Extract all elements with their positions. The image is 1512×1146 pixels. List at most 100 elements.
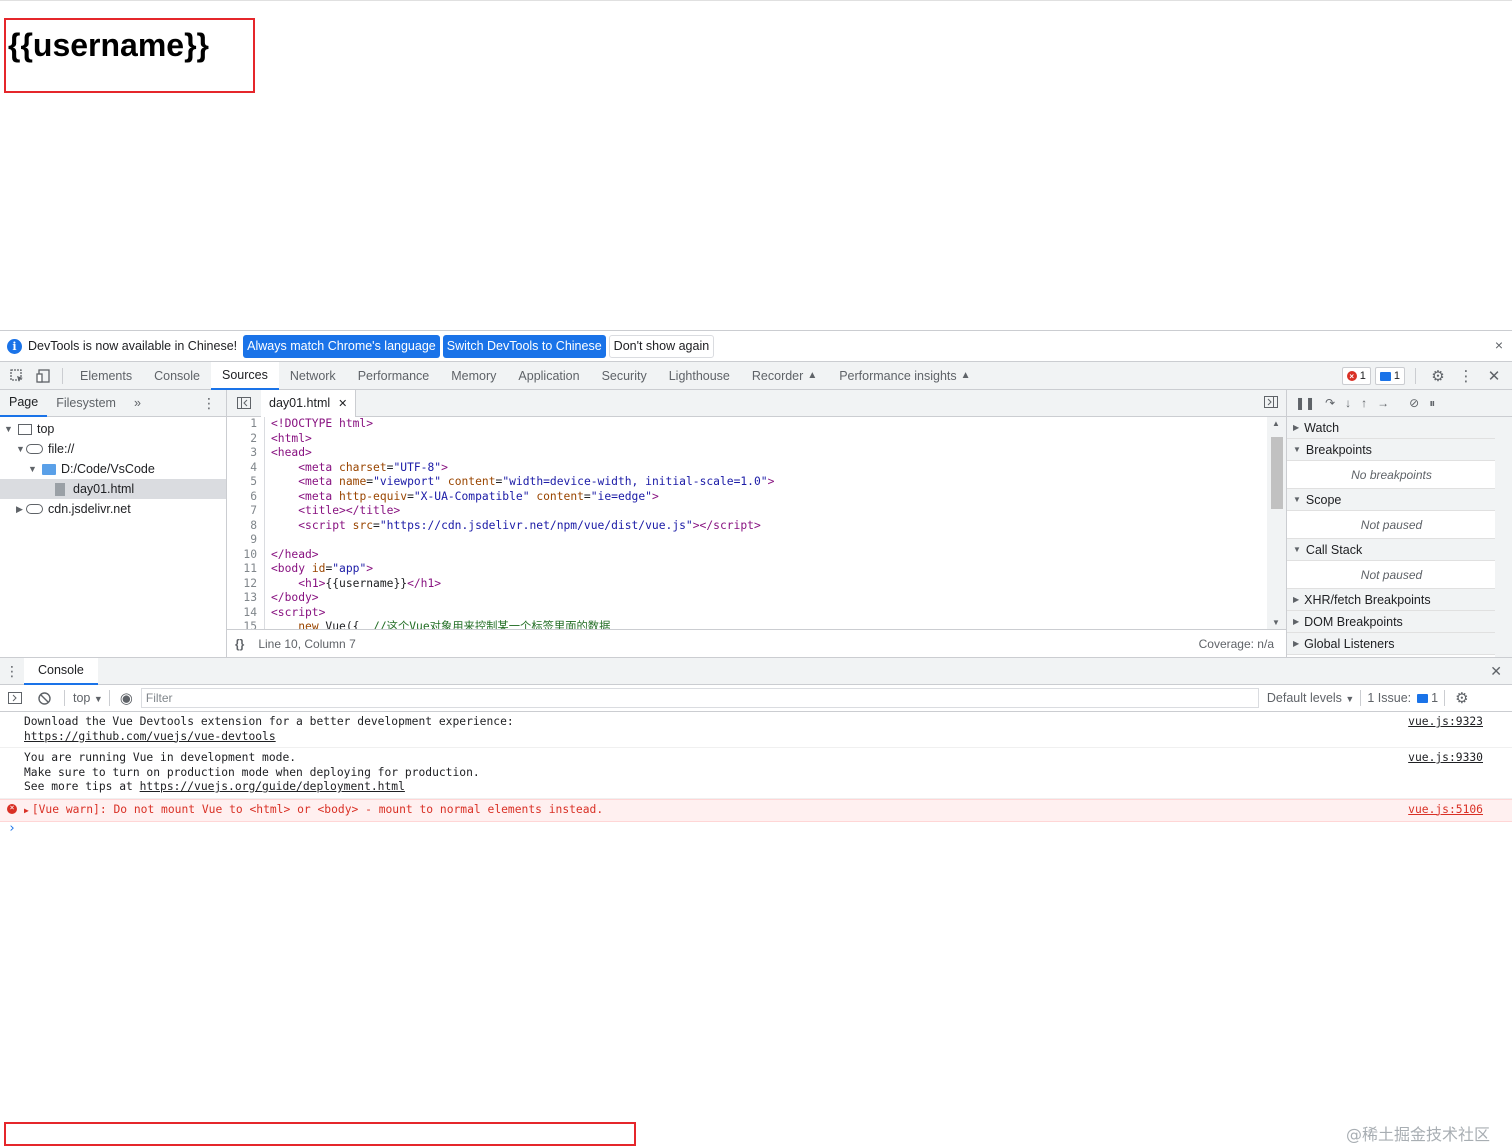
tab-console-drawer[interactable]: Console <box>24 657 98 685</box>
tab-elements[interactable]: Elements <box>69 362 143 390</box>
tab-sources[interactable]: Sources <box>210 361 279 390</box>
code-line[interactable]: 7 <title></title> <box>227 504 1267 519</box>
source-link[interactable]: vue.js:9323 <box>1408 715 1483 730</box>
expand-arrow-icon[interactable]: ▶ <box>24 806 29 815</box>
line-number[interactable]: 8 <box>227 518 265 533</box>
sidebar-toggle-icon[interactable] <box>0 692 30 704</box>
section-header[interactable]: ▼ Call Stack <box>1287 539 1496 561</box>
scroll-up-icon[interactable]: ▲ <box>1272 419 1280 428</box>
clear-console-icon[interactable] <box>30 691 58 705</box>
step-out-icon[interactable]: ↑ <box>1361 396 1367 410</box>
code-line[interactable]: 9 <box>227 533 1267 548</box>
more-vert-icon[interactable]: ⋮ <box>0 663 24 680</box>
tab-application[interactable]: Application <box>507 362 590 390</box>
code-lines[interactable]: 1 <!DOCTYPE html> 2 <html> 3 <head> 4 <meta ch… <box>227 417 1267 629</box>
tab-lighthouse[interactable]: Lighthouse <box>658 362 741 390</box>
more-vert-icon[interactable]: ⋮ <box>1454 364 1478 388</box>
switch-chinese-button[interactable]: Switch DevTools to Chinese <box>442 334 606 358</box>
log-levels-select[interactable]: Default levels ▼ <box>1267 691 1354 705</box>
gear-icon[interactable]: ⚙ <box>1426 364 1450 388</box>
line-number[interactable]: 2 <box>227 431 265 446</box>
inspect-element-icon[interactable] <box>4 362 30 390</box>
filter-input[interactable]: Filter <box>140 688 1259 708</box>
console-prompt[interactable]: › <box>0 822 1512 836</box>
tab-network[interactable]: Network <box>279 362 347 390</box>
code-line[interactable]: 6 <meta http-equiv="X-UA-Compatible" con… <box>227 489 1267 504</box>
tab-performance-insights[interactable]: Performance insights ▲ <box>828 362 981 390</box>
code-line[interactable]: 8 <script src="https://cdn.jsdelivr.net/… <box>227 518 1267 533</box>
console-settings-gear-icon[interactable]: ⚙ <box>1455 689 1468 707</box>
toggle-debugger-icon[interactable] <box>1264 395 1278 411</box>
tab-recorder[interactable]: Recorder ▲ <box>741 362 828 390</box>
debugger-scrollbar[interactable] <box>1495 417 1512 657</box>
step-into-icon[interactable]: ↓ <box>1345 396 1351 410</box>
step-icon[interactable]: → <box>1377 396 1389 410</box>
step-over-icon[interactable]: ↷ <box>1325 396 1335 410</box>
context-select[interactable]: top ▼ <box>73 691 103 705</box>
tree-item-file-origin[interactable]: ▼ file:// <box>0 439 226 459</box>
issues-button[interactable]: 1 Issue: 1 <box>1367 691 1438 705</box>
scrollbar-thumb[interactable] <box>1271 437 1283 509</box>
tab-filesystem[interactable]: Filesystem <box>47 390 125 417</box>
tree-item-folder[interactable]: ▼ D:/Code/VsCode <box>0 459 226 479</box>
line-number[interactable]: 3 <box>227 446 265 461</box>
more-tabs-icon[interactable]: » <box>125 390 150 417</box>
line-number[interactable]: 13 <box>227 591 265 606</box>
device-toolbar-icon[interactable] <box>30 362 56 390</box>
code-line[interactable]: 3 <head> <box>227 446 1267 461</box>
tab-security[interactable]: Security <box>591 362 658 390</box>
file-tab-day01[interactable]: day01.html ✕ <box>261 389 357 417</box>
close-tab-icon[interactable]: ✕ <box>338 397 347 410</box>
live-expression-eye-icon[interactable]: ◉ <box>120 689 133 707</box>
tab-page[interactable]: Page <box>0 390 48 417</box>
tree-item-cdn[interactable]: ▶ cdn.jsdelivr.net <box>0 499 226 519</box>
close-icon[interactable]: × <box>1495 337 1503 353</box>
more-vert-icon[interactable]: ⋮ <box>202 395 216 412</box>
section-header[interactable]: ▼ Breakpoints <box>1287 439 1496 461</box>
editor-scrollbar[interactable]: ▲ ▼ <box>1267 417 1286 629</box>
devtools-link[interactable]: https://github.com/vuejs/vue-devtools <box>24 730 276 743</box>
line-number[interactable]: 14 <box>227 605 265 620</box>
tab-console[interactable]: Console <box>143 362 211 390</box>
code-line[interactable]: 12 <h1>{{username}}</h1> <box>227 576 1267 591</box>
deployment-link[interactable]: https://vuejs.org/guide/deployment.html <box>140 780 405 793</box>
code-line[interactable]: 13 </body> <box>227 591 1267 606</box>
line-number[interactable]: 5 <box>227 475 265 490</box>
tab-memory[interactable]: Memory <box>440 362 507 390</box>
error-count-badge[interactable]: × 1 <box>1341 367 1371 385</box>
source-link[interactable]: vue.js:5106 <box>1408 803 1483 818</box>
code-line[interactable]: 4 <meta charset="UTF-8"> <box>227 460 1267 475</box>
code-line[interactable]: 11 <body id="app"> <box>227 562 1267 577</box>
section-header[interactable]: ▶ Global Listeners <box>1287 633 1496 655</box>
line-number[interactable]: 4 <box>227 460 265 475</box>
pause-on-exceptions-icon[interactable]: ⏸ <box>1429 396 1435 411</box>
line-number[interactable]: 6 <box>227 489 265 504</box>
message-count-badge[interactable]: 1 <box>1374 367 1405 385</box>
source-link[interactable]: vue.js:9330 <box>1408 751 1483 766</box>
code-line[interactable]: 1 <!DOCTYPE html> <box>227 417 1267 432</box>
section-header[interactable]: ▶ DOM Breakpoints <box>1287 611 1496 633</box>
code-line[interactable]: 5 <meta name="viewport" content="width=d… <box>227 475 1267 490</box>
close-devtools-icon[interactable]: ✕ <box>1482 364 1506 388</box>
line-number[interactable]: 15 <box>227 620 265 629</box>
dont-show-again-button[interactable]: Don't show again <box>608 334 715 358</box>
line-number[interactable]: 7 <box>227 504 265 519</box>
console-error-message[interactable]: × ▶ [Vue warn]: Do not mount Vue to <html… <box>0 798 1512 822</box>
tab-performance[interactable]: Performance <box>347 362 441 390</box>
code-line[interactable]: 15 new Vue({ //这个Vue对象用来控制某一个标签里面的数据 <box>227 620 1267 629</box>
tree-item-top[interactable]: ▼ top <box>0 419 226 439</box>
code-line[interactable]: 10 </head> <box>227 547 1267 562</box>
pause-icon[interactable]: ❚❚ <box>1295 396 1315 410</box>
line-number[interactable]: 9 <box>227 533 265 548</box>
line-number[interactable]: 11 <box>227 562 265 577</box>
match-language-button[interactable]: Always match Chrome's language <box>243 334 440 358</box>
section-header[interactable]: ▶ XHR/fetch Breakpoints <box>1287 589 1496 611</box>
scroll-down-icon[interactable]: ▼ <box>1272 618 1280 627</box>
tree-item-day01[interactable]: day01.html <box>0 479 226 499</box>
toggle-navigator-icon[interactable] <box>227 397 261 409</box>
pretty-print-icon[interactable]: {} <box>235 637 244 651</box>
section-header[interactable]: ▶ Watch <box>1287 417 1496 439</box>
line-number[interactable]: 1 <box>227 417 265 432</box>
line-number[interactable]: 12 <box>227 576 265 591</box>
line-number[interactable]: 10 <box>227 547 265 562</box>
